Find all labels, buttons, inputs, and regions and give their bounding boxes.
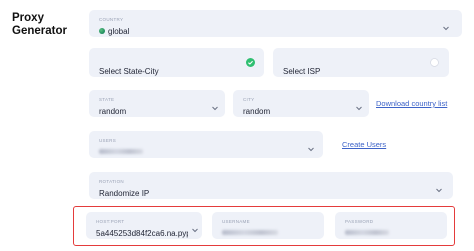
country-value: global [99,27,129,36]
city-select[interactable]: CITY random [233,90,369,117]
rotation-label: ROTATION [99,179,124,184]
host-port-select[interactable]: HOST:PORT 5a445253d84f2ca6.na.pypro [86,212,202,239]
chevron-down-icon [436,188,442,193]
page-title: Proxy Generator [12,12,67,38]
isp-option[interactable]: Select ISP [273,48,449,77]
city-label: CITY [243,97,255,102]
chevron-down-icon [308,147,314,152]
state-value: random [99,107,127,116]
rotation-value: Randomize IP [99,189,150,198]
host-port-label: HOST:PORT [96,219,125,224]
state-label: STATE [99,97,115,102]
users-value-redacted [99,149,143,154]
globe-icon [99,27,105,34]
state-city-option[interactable]: Select State-City [89,48,264,77]
username-label: USERNAME [222,219,250,224]
chevron-down-icon [192,228,198,233]
rotation-select[interactable]: ROTATION Randomize IP [89,172,453,199]
password-field[interactable]: PASSWORD [335,212,447,239]
country-label: COUNTRY [99,17,124,22]
city-value: random [243,107,271,116]
country-select[interactable]: COUNTRY global [89,10,462,37]
radio-empty-icon [430,58,439,67]
create-users-link[interactable]: Create Users [342,140,386,149]
host-port-value: 5a445253d84f2ca6.na.pypro [96,229,188,238]
username-field[interactable]: USERNAME [212,212,324,239]
chevron-down-icon [212,106,218,111]
page-title-line1: Proxy [12,12,44,24]
chevron-down-icon [443,26,449,31]
isp-option-label: Select ISP [283,67,321,76]
password-value-redacted [345,230,389,235]
password-label: PASSWORD [345,219,374,224]
users-select[interactable]: USERS [89,131,323,158]
state-select[interactable]: STATE random [89,90,225,117]
download-country-list-link[interactable]: Download country list [376,99,447,108]
country-value-text: global [108,27,130,36]
check-icon [246,58,255,67]
username-value-redacted [222,230,278,235]
state-city-option-label: Select State-City [99,67,159,76]
users-label: USERS [99,138,117,143]
chevron-down-icon [356,106,362,111]
page-title-line2: Generator [12,25,67,37]
